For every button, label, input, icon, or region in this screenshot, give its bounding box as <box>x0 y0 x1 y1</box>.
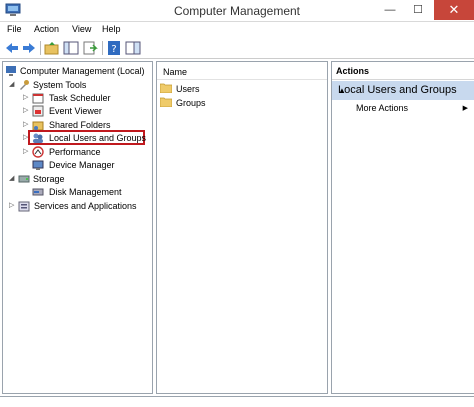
tree-item-label: Disk Management <box>49 187 122 197</box>
up-folder-icon[interactable] <box>44 40 60 56</box>
forward-arrow-icon[interactable] <box>21 40 37 56</box>
list-item-label: Users <box>176 84 200 94</box>
tree-item-label: Services and Applications <box>34 201 137 211</box>
tree-item-label: Shared Folders <box>49 120 111 130</box>
tree-item-label: Computer Management (Local) <box>20 66 145 76</box>
system-tools-icon <box>20 80 29 90</box>
event-viewer-icon <box>32 105 44 117</box>
local-users-groups-icon <box>33 133 43 143</box>
storage-icon <box>18 175 30 183</box>
expand-arrow-icon[interactable]: ▷ <box>9 201 16 209</box>
actions-section-local-users-and-groups[interactable]: Local Users and Groups ▲ <box>332 81 474 100</box>
tree-item-label: Local Users and Groups <box>49 133 147 143</box>
title-bar: Computer Management — ☐ ✕ <box>0 0 474 22</box>
help-icon[interactable]: ? <box>106 40 122 56</box>
menu-view[interactable]: View <box>72 24 91 34</box>
tree-item-label: System Tools <box>33 80 87 90</box>
toolbar-separator <box>40 41 41 55</box>
status-bar <box>0 396 474 407</box>
toolbar-separator <box>102 41 103 55</box>
submenu-arrow-icon: ▶ <box>462 105 468 112</box>
collapse-arrow-icon[interactable]: ◢ <box>9 174 16 182</box>
device-manager-icon <box>32 160 44 170</box>
show-hide-action-pane-icon[interactable] <box>125 40 141 56</box>
tree-item-label: Event Viewer <box>49 106 102 116</box>
tree-item-label: Performance <box>49 147 101 157</box>
minimize-button[interactable]: — <box>376 0 404 20</box>
close-button[interactable]: ✕ <box>434 0 474 20</box>
actions-pane[interactable]: Actions Local Users and Groups ▲ More Ac… <box>331 61 474 394</box>
performance-icon <box>32 146 44 158</box>
menu-action[interactable]: Action <box>34 24 59 34</box>
tree-item-label: Storage <box>33 174 65 184</box>
back-arrow-icon[interactable] <box>4 40 20 56</box>
column-header-label: Name <box>163 67 188 77</box>
maximize-button[interactable]: ☐ <box>404 0 432 20</box>
list-item-label: Groups <box>176 98 206 108</box>
show-hide-tree-icon[interactable] <box>63 40 79 56</box>
folder-icon <box>160 83 172 93</box>
actions-header: Actions <box>332 62 474 80</box>
computer-management-icon <box>6 66 16 76</box>
menu-help[interactable]: Help <box>102 24 121 34</box>
task-scheduler-icon <box>32 93 44 104</box>
export-list-icon[interactable] <box>82 40 98 56</box>
tree-item-label: Task Scheduler <box>49 93 111 103</box>
more-actions-item[interactable]: More Actions <box>356 103 408 113</box>
expand-arrow-icon[interactable]: ▷ <box>23 106 30 114</box>
expand-arrow-icon[interactable]: ▷ <box>23 147 30 155</box>
expand-arrow-icon[interactable]: ▷ <box>23 133 30 141</box>
collapse-arrow-icon[interactable]: ◢ <box>9 80 16 88</box>
folder-icon <box>160 97 172 107</box>
expand-arrow-icon[interactable]: ▷ <box>23 120 30 128</box>
collapse-caret-icon[interactable]: ▲ <box>338 86 468 95</box>
disk-management-icon <box>32 188 44 196</box>
toolbar: ? <box>0 38 474 59</box>
column-header-name[interactable]: Name <box>157 62 327 80</box>
expand-arrow-icon[interactable]: ▷ <box>23 93 30 101</box>
console-tree-pane[interactable]: Computer Management (Local) ◢ System Too… <box>2 61 153 394</box>
services-applications-icon <box>18 201 30 212</box>
menu-bar: File Action View Help <box>0 22 474 38</box>
svg-text:?: ? <box>111 44 116 55</box>
actions-header-label: Actions <box>336 66 370 76</box>
menu-file[interactable]: File <box>7 24 22 34</box>
tree-item-label: Device Manager <box>49 160 115 170</box>
results-list-pane[interactable]: Name Users Groups <box>156 61 328 394</box>
